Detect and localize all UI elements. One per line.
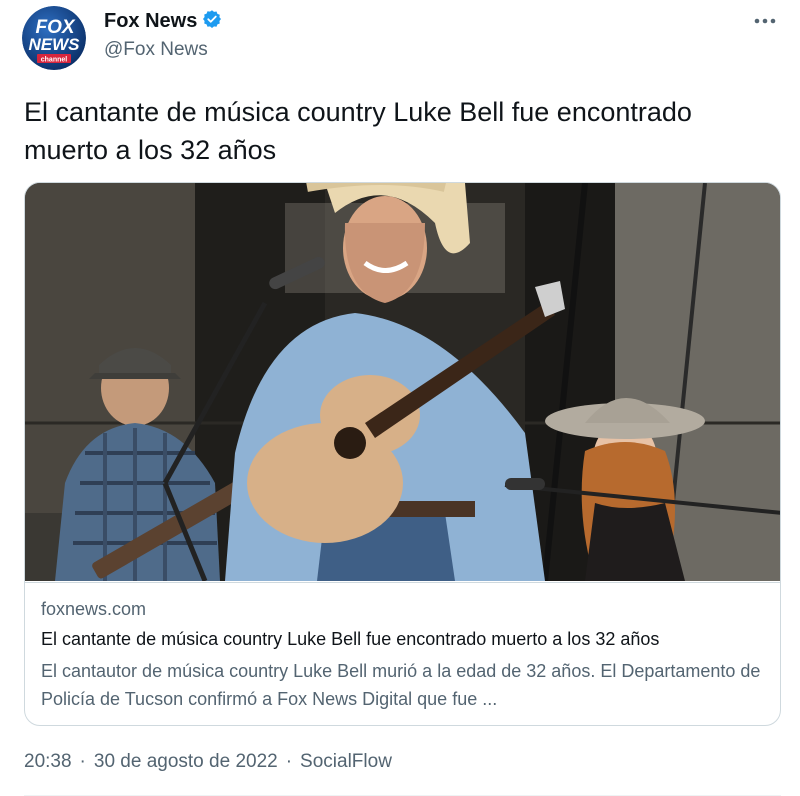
card-domain: foxnews.com bbox=[41, 599, 147, 619]
author-name[interactable]: Fox News bbox=[104, 10, 197, 33]
card-title: El cantante de música country Luke Bell … bbox=[41, 629, 660, 649]
author-avatar[interactable]: FOX NEWS channel bbox=[22, 6, 86, 70]
meta-separator-2: · bbox=[285, 751, 293, 772]
meta-separator: · bbox=[79, 751, 86, 772]
card-body: foxnews.com El cantante de música countr… bbox=[25, 582, 780, 709]
verified-badge-icon bbox=[202, 9, 222, 34]
more-options-icon bbox=[754, 18, 776, 24]
tweet-meta: 20:38 · 30 de agosto de 2022 · SocialFlo… bbox=[24, 751, 392, 773]
link-card[interactable]: foxnews.com El cantante de música countr… bbox=[24, 182, 781, 726]
fox-news-logo: FOX NEWS channel bbox=[22, 6, 86, 70]
logo-line2: NEWS bbox=[29, 35, 81, 54]
author-name-row: Fox News bbox=[104, 9, 222, 34]
author-block: Fox News @Fox News bbox=[104, 9, 222, 61]
card-description: El cantautor de música country Luke Bell… bbox=[41, 661, 761, 709]
tweet-source[interactable]: SocialFlow bbox=[300, 751, 392, 773]
author-handle[interactable]: @Fox News bbox=[104, 39, 222, 61]
tweet: FOX NEWS channel Fox News @Fox News El c… bbox=[0, 0, 800, 796]
tweet-text: El cantante de música country Luke Bell … bbox=[24, 97, 692, 165]
tweet-date[interactable]: 30 de agosto de 2022 bbox=[94, 751, 278, 773]
more-options-button[interactable] bbox=[748, 8, 782, 34]
tweet-time[interactable]: 20:38 bbox=[24, 751, 72, 773]
card-image bbox=[25, 183, 780, 582]
logo-line3: channel bbox=[41, 57, 68, 64]
